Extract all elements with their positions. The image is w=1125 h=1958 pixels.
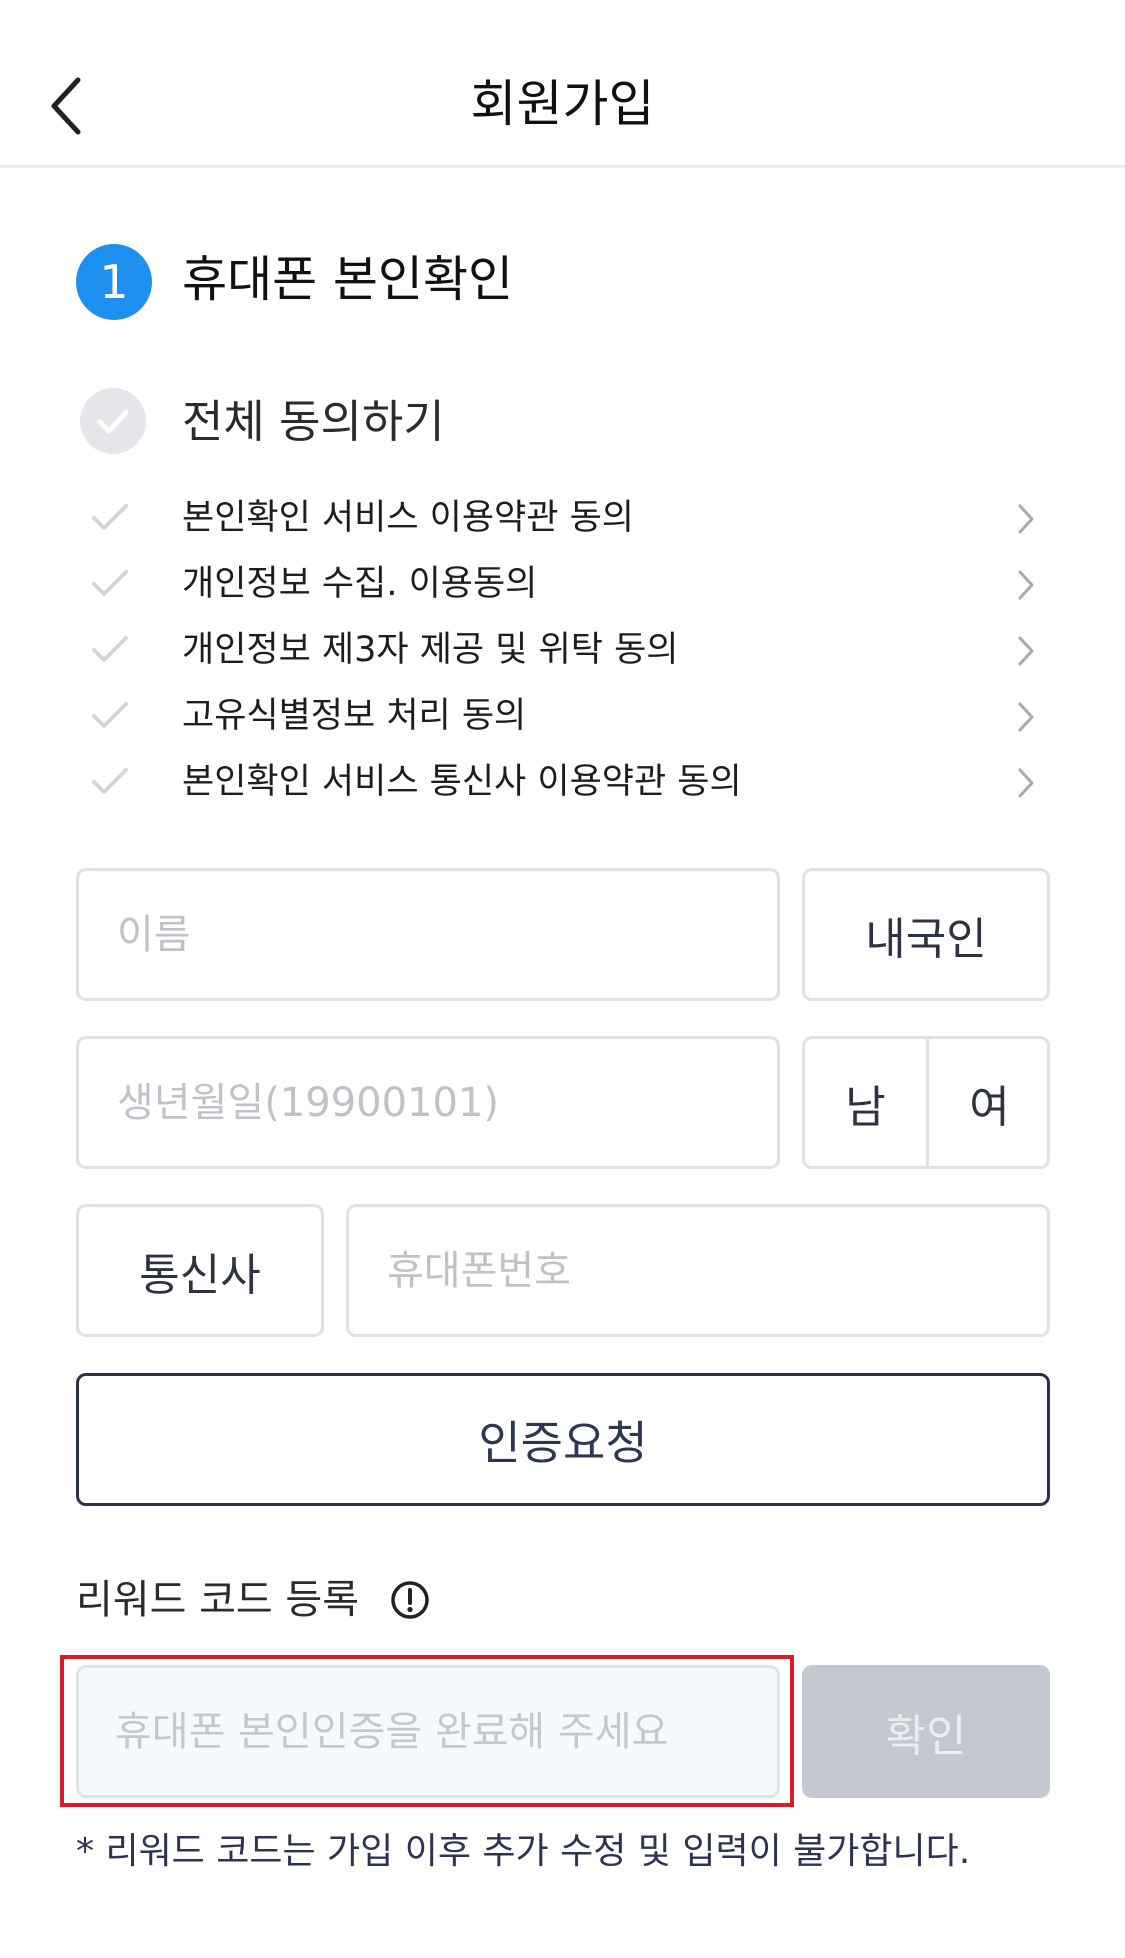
agree-all-label[interactable]: 전체 동의하기 <box>182 382 445 462</box>
nationality-select[interactable]: 내국인 <box>802 868 1050 1001</box>
chevron-right-icon[interactable] <box>1014 634 1038 668</box>
terms-item[interactable]: 본인확인 서비스 이용약관 동의 <box>90 488 1050 548</box>
step-title: 휴대폰 본인확인 <box>182 251 514 308</box>
chevron-right-icon[interactable] <box>1014 568 1038 602</box>
reward-code-input[interactable] <box>79 1668 777 1795</box>
name-field-box <box>76 868 780 1001</box>
terms-item[interactable]: 고유식별정보 처리 동의 <box>90 686 1050 746</box>
carrier-select[interactable]: 통신사 <box>76 1204 324 1337</box>
gender-female-button[interactable]: 여 <box>929 1039 1050 1166</box>
terms-item[interactable]: 개인정보 수집. 이용동의 <box>90 554 1050 614</box>
check-icon[interactable] <box>90 632 130 668</box>
gender-toggle: 남 여 <box>802 1036 1050 1169</box>
chevron-right-icon[interactable] <box>1014 502 1038 536</box>
step-number-badge: 1 <box>76 244 152 320</box>
reward-code-field-box <box>76 1665 780 1798</box>
chevron-right-icon[interactable] <box>1014 700 1038 734</box>
chevron-right-icon[interactable] <box>1014 766 1038 800</box>
reward-code-note: * 리워드 코드는 가입 이후 추가 수정 및 입력이 불가합니다. <box>76 1831 971 1872</box>
phone-input[interactable] <box>349 1207 1047 1334</box>
carrier-label: 통신사 <box>139 1249 261 1301</box>
terms-label: 고유식별정보 처리 동의 <box>182 696 527 736</box>
check-icon[interactable] <box>90 764 130 800</box>
birthdate-input[interactable] <box>79 1039 777 1166</box>
terms-label: 본인확인 서비스 이용약관 동의 <box>182 498 634 538</box>
terms-label: 개인정보 제3자 제공 및 위탁 동의 <box>182 630 679 670</box>
terms-label: 본인확인 서비스 통신사 이용약관 동의 <box>182 762 742 802</box>
check-icon <box>97 409 129 434</box>
terms-label: 개인정보 수집. 이용동의 <box>182 564 538 604</box>
birth-field-box <box>76 1036 780 1169</box>
top-bar: 회원가입 <box>0 0 1125 168</box>
check-icon[interactable] <box>90 698 130 734</box>
request-verification-button[interactable]: 인증요청 <box>76 1373 1050 1506</box>
page-title: 회원가입 <box>470 75 655 133</box>
gender-male-button[interactable]: 남 <box>805 1039 926 1166</box>
nationality-label: 내국인 <box>865 913 987 965</box>
check-icon[interactable] <box>90 500 130 536</box>
name-input[interactable] <box>79 871 777 998</box>
agree-all-checkbox[interactable] <box>80 388 146 454</box>
signup-page: 회원가입 1 휴대폰 본인확인 전체 동의하기 본인확인 서비스 이용약관 동의… <box>0 0 1125 1958</box>
reward-confirm-button[interactable]: 확인 <box>802 1665 1050 1798</box>
phone-field-box <box>346 1204 1050 1337</box>
check-icon[interactable] <box>90 566 130 602</box>
reward-code-label: 리워드 코드 등록 <box>76 1577 360 1623</box>
info-icon[interactable] <box>390 1580 430 1620</box>
terms-item[interactable]: 개인정보 제3자 제공 및 위탁 동의 <box>90 620 1050 680</box>
terms-item[interactable]: 본인확인 서비스 통신사 이용약관 동의 <box>90 752 1050 812</box>
